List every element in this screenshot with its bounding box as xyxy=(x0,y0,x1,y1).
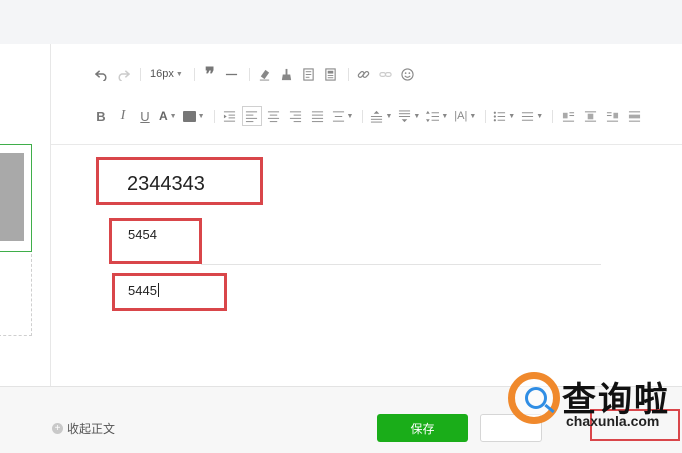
chevron-down-icon: ▼ xyxy=(169,112,177,120)
paragraph-divider xyxy=(201,264,601,265)
toolbar-separator xyxy=(552,109,554,123)
toolbar-separator xyxy=(213,109,215,123)
indent-icon[interactable] xyxy=(220,106,240,126)
image-center-icon[interactable] xyxy=(580,106,600,126)
save-button[interactable]: 保存 xyxy=(377,414,468,442)
toolbar-row-1: 16px ▼ ❞ xyxy=(91,64,420,84)
background-color-icon xyxy=(182,110,196,122)
toolbar-row-2: B I U A ▼ ▼ ▼ ▼ ▼ ▼ |A| ▼ ▼ ▼ xyxy=(91,106,646,126)
plus-circle-icon: + xyxy=(52,423,63,434)
watermark: 查询啦 chaxunla.com xyxy=(508,370,678,440)
font-size-value: 16px xyxy=(150,68,174,80)
content-paragraph-2-text: 5445 xyxy=(128,283,157,298)
editor-area: 16px ▼ ❞ B I U A ▼ ▼ ▼ ▼ ▼ ▼ |A| ▼ ▼ ▼ 2… xyxy=(51,44,682,386)
background-color-select[interactable]: ▼ xyxy=(181,106,207,126)
watermark-q-tail xyxy=(544,403,555,414)
align-left-icon[interactable] xyxy=(241,106,262,126)
toolbar-separator xyxy=(347,67,349,81)
image-float-left-icon[interactable] xyxy=(558,106,578,126)
bold-icon[interactable]: B xyxy=(91,106,111,126)
top-bar xyxy=(0,0,682,44)
article-list-panel xyxy=(0,44,51,386)
bullet-list-select[interactable]: ▼ xyxy=(491,106,517,126)
emoji-icon[interactable] xyxy=(398,64,418,84)
spacing-after-select[interactable]: ▼ xyxy=(396,106,422,126)
chevron-down-icon: ▼ xyxy=(197,112,205,120)
numbered-list-select[interactable]: ▼ xyxy=(519,106,545,126)
chevron-down-icon: ▼ xyxy=(536,112,544,120)
article-cover-image xyxy=(0,153,24,241)
horizontal-rule-icon[interactable] xyxy=(222,64,242,84)
align-center-icon[interactable] xyxy=(264,106,284,126)
line-height-select[interactable]: ▼ xyxy=(424,106,450,126)
undo-icon[interactable] xyxy=(91,64,111,84)
toolbar-separator xyxy=(485,109,487,123)
chevron-down-icon: ▼ xyxy=(175,70,183,78)
spacing-before-select[interactable]: ▼ xyxy=(368,106,394,126)
font-size-select[interactable]: 16px ▼ xyxy=(146,64,187,84)
add-article-placeholder[interactable] xyxy=(0,254,32,336)
toolbar-divider xyxy=(51,144,682,145)
document-icon[interactable] xyxy=(321,64,341,84)
paragraph-format-select[interactable]: ▼ xyxy=(330,106,356,126)
collapse-body-button[interactable]: + 收起正文 xyxy=(52,420,115,437)
format-brush-icon[interactable] xyxy=(277,64,297,84)
letter-spacing-select[interactable]: |A| ▼ xyxy=(452,106,478,126)
blockquote-icon[interactable]: ❞ xyxy=(200,64,220,84)
letter-spacing-icon: |A| xyxy=(454,110,468,122)
chevron-down-icon: ▼ xyxy=(346,112,354,120)
link-icon[interactable] xyxy=(354,64,374,84)
align-justify-icon[interactable] xyxy=(308,106,328,126)
eraser-icon[interactable] xyxy=(255,64,275,84)
article-thumbnail-selected[interactable] xyxy=(0,144,32,252)
unlink-icon[interactable] xyxy=(376,64,396,84)
underline-icon[interactable]: U xyxy=(135,106,155,126)
image-inline-icon[interactable] xyxy=(624,106,644,126)
toolbar-separator xyxy=(248,67,250,81)
watermark-url: chaxunla.com xyxy=(566,413,660,429)
image-float-right-icon[interactable] xyxy=(602,106,622,126)
toolbar-separator xyxy=(193,67,195,81)
content-paragraph-1[interactable]: 5454 xyxy=(128,227,157,242)
font-color-icon: A xyxy=(159,109,168,123)
chevron-down-icon: ▼ xyxy=(441,112,449,120)
chevron-down-icon: ▼ xyxy=(508,112,516,120)
watermark-logo-icon xyxy=(508,372,560,424)
align-right-icon[interactable] xyxy=(286,106,306,126)
text-cursor xyxy=(157,283,159,297)
content-paragraph-2[interactable]: 5445 xyxy=(128,283,159,298)
redo-icon[interactable] xyxy=(113,64,133,84)
template-icon[interactable] xyxy=(299,64,319,84)
collapse-body-label: 收起正文 xyxy=(67,422,116,436)
chevron-down-icon: ▼ xyxy=(413,112,421,120)
italic-icon[interactable]: I xyxy=(113,106,133,126)
chevron-down-icon: ▼ xyxy=(469,112,477,120)
content-heading[interactable]: 2344343 xyxy=(127,173,205,196)
toolbar-separator xyxy=(140,67,141,81)
toolbar-separator xyxy=(362,109,364,123)
font-color-select[interactable]: A ▼ xyxy=(157,106,179,126)
chevron-down-icon: ▼ xyxy=(385,112,393,120)
